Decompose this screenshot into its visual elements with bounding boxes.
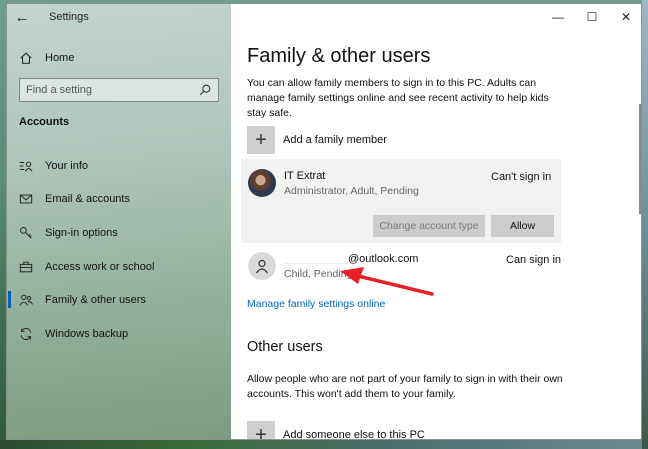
sidebar-item-label: Your info bbox=[45, 159, 89, 172]
sidebar-item-your-info[interactable]: Your info bbox=[7, 149, 231, 183]
user-row: IT Extrat Administrator, Adult, Pending bbox=[248, 169, 419, 198]
user-role: Administrator, Adult, Pending bbox=[284, 185, 419, 197]
page-title: Family & other users bbox=[247, 45, 431, 67]
sidebar-item-label: Sign-in options bbox=[45, 226, 118, 239]
minimize-button[interactable]: — bbox=[541, 4, 575, 30]
minimize-icon: — bbox=[552, 10, 564, 24]
key-icon bbox=[19, 226, 33, 240]
sidebar-item-label: Family & other users bbox=[45, 294, 146, 307]
home-icon bbox=[19, 51, 33, 65]
back-button[interactable]: ← bbox=[7, 4, 37, 30]
add-family-member-label: Add a family member bbox=[283, 134, 387, 146]
user-name: IT Extrat bbox=[284, 170, 326, 182]
search-icon[interactable] bbox=[198, 83, 212, 97]
desktop-wallpaper bbox=[0, 440, 648, 449]
window-controls: — ☐ ✕ bbox=[541, 4, 641, 30]
close-button[interactable]: ✕ bbox=[609, 4, 641, 30]
user-info: IT Extrat Administrator, Adult, Pending bbox=[284, 169, 419, 198]
sidebar-item-label: Access work or school bbox=[45, 260, 155, 273]
add-someone-else-button[interactable]: + Add someone else to this PC bbox=[247, 421, 425, 440]
mail-icon bbox=[19, 192, 33, 206]
avatar bbox=[248, 169, 276, 197]
sidebar-item-home[interactable]: Home bbox=[7, 45, 231, 71]
people-icon bbox=[19, 293, 33, 307]
desktop-wallpaper-edge bbox=[642, 0, 648, 449]
sidebar: ← Settings Home Accounts Your info bbox=[7, 4, 231, 439]
other-users-text: Allow people who are not part of your fa… bbox=[247, 373, 563, 400]
back-arrow-icon: ← bbox=[14, 8, 30, 26]
sidebar-item-family-other-users[interactable]: Family & other users bbox=[7, 283, 231, 317]
other-users-heading: Other users bbox=[247, 339, 323, 355]
sync-icon bbox=[19, 327, 33, 341]
add-family-member-button[interactable]: + Add a family member bbox=[247, 126, 387, 154]
sign-in-status: Can sign in bbox=[506, 254, 562, 266]
sidebar-item-label: Windows backup bbox=[45, 327, 129, 340]
home-label: Home bbox=[45, 52, 75, 64]
settings-window: ← Settings Home Accounts Your info bbox=[6, 3, 642, 440]
sidebar-item-access-work-school[interactable]: Access work or school bbox=[7, 250, 231, 284]
annotation-arrow-icon bbox=[340, 267, 434, 296]
titlebar: ← Settings bbox=[7, 4, 231, 30]
search-box[interactable] bbox=[19, 78, 219, 102]
maximize-button[interactable]: ☐ bbox=[575, 4, 609, 30]
maximize-icon: ☐ bbox=[586, 10, 598, 24]
redacted-email-mask bbox=[284, 252, 348, 264]
person-card-icon bbox=[19, 159, 33, 173]
person-icon bbox=[256, 259, 268, 274]
briefcase-icon bbox=[19, 260, 33, 274]
avatar bbox=[248, 252, 276, 280]
allow-button[interactable]: Allow bbox=[491, 215, 554, 237]
search-input[interactable] bbox=[26, 84, 198, 96]
scrollbar[interactable] bbox=[639, 104, 641, 214]
sidebar-item-label: Email & accounts bbox=[45, 193, 130, 206]
sidebar-nav: Your info Email & accounts Sign-in optio… bbox=[7, 149, 231, 351]
main-panel: — ☐ ✕ Family & other users You can allow… bbox=[231, 4, 641, 440]
change-account-type-button[interactable]: Change account type bbox=[373, 215, 485, 237]
plus-icon: + bbox=[247, 421, 275, 439]
sidebar-item-windows-backup[interactable]: Windows backup bbox=[7, 317, 231, 351]
sidebar-item-email-accounts[interactable]: Email & accounts bbox=[7, 183, 231, 217]
add-someone-else-label: Add someone else to this PC bbox=[283, 429, 425, 440]
sidebar-item-sign-in-options[interactable]: Sign-in options bbox=[7, 216, 231, 250]
app-title: Settings bbox=[49, 11, 89, 23]
user-card-selected[interactable]: IT Extrat Administrator, Adult, Pending … bbox=[241, 159, 561, 243]
intro-text: You can allow family members to sign in … bbox=[247, 77, 549, 119]
sign-in-status: Can't sign in bbox=[491, 171, 552, 183]
plus-icon: + bbox=[247, 126, 275, 154]
section-label-accounts: Accounts bbox=[19, 116, 70, 128]
close-icon: ✕ bbox=[620, 10, 632, 24]
